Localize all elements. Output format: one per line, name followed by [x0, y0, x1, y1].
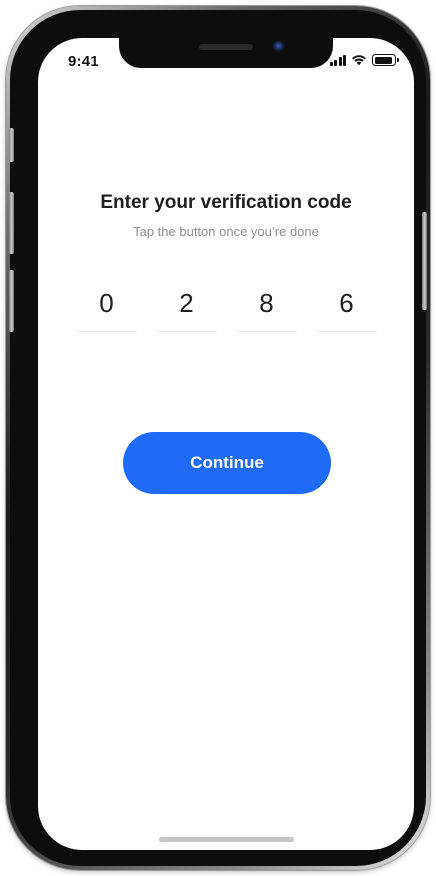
home-indicator[interactable]	[159, 837, 294, 842]
wifi-icon	[352, 55, 366, 66]
page-title: Enter your verification code	[100, 192, 352, 213]
battery-fill	[374, 56, 392, 64]
power-button	[422, 212, 427, 310]
notch	[119, 38, 333, 68]
page-subtitle: Tap the button once you’re done	[133, 224, 319, 239]
volume-down-button	[9, 270, 14, 332]
phone-frame: 9:41 Enter your verification code Tap th…	[6, 6, 430, 870]
verification-code-input: 0 2 8 6	[76, 284, 378, 332]
battery-icon	[372, 54, 399, 66]
code-digit-2[interactable]: 2	[156, 284, 217, 332]
front-camera	[273, 41, 285, 53]
code-digit-1[interactable]: 0	[76, 284, 137, 332]
continue-button[interactable]: Continue	[123, 432, 331, 494]
status-icons	[329, 54, 399, 66]
screen: 9:41 Enter your verification code Tap th…	[38, 38, 414, 850]
mute-switch	[9, 128, 14, 162]
code-digit-4[interactable]: 6	[316, 284, 377, 332]
code-digit-3[interactable]: 8	[236, 284, 297, 332]
speaker-grille	[199, 44, 253, 50]
cellular-signal-icon	[329, 54, 346, 66]
status-time: 9:41	[68, 53, 99, 70]
volume-up-button	[9, 192, 14, 254]
